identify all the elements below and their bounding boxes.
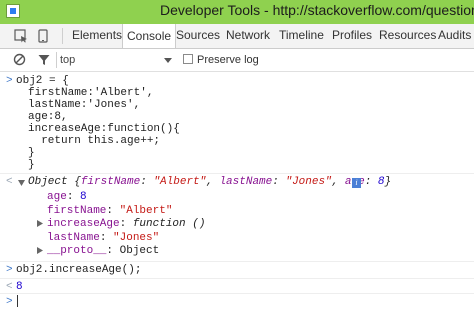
input-prompt-icon: > — [6, 264, 13, 276]
input-prompt-icon: > — [6, 75, 13, 87]
inspect-icon[interactable] — [14, 29, 28, 43]
console-result: 8 — [16, 281, 23, 293]
expand-triangle-icon[interactable] — [18, 180, 25, 186]
tab-audits[interactable]: Audits — [438, 28, 471, 42]
tab-network[interactable]: Network — [226, 28, 270, 42]
console-input-line: lastName:'Jones', — [28, 99, 141, 111]
console-output: > obj2 = { firstName:'Albert', lastName:… — [0, 72, 474, 310]
console-toolbar: top Preserve log — [0, 49, 474, 72]
device-mode-icon[interactable] — [36, 29, 50, 43]
text-caret — [17, 295, 18, 307]
app-icon — [6, 4, 20, 18]
tabbar-separator — [62, 28, 63, 44]
tab-sources[interactable]: Sources — [176, 28, 220, 42]
context-select-value: top — [60, 54, 76, 66]
input-prompt-icon: > — [6, 296, 13, 308]
console-input-line: } — [28, 147, 35, 159]
object-property[interactable]: increaseAge: function () — [47, 218, 205, 230]
toolbar-separator — [56, 52, 57, 68]
console-divider — [0, 173, 474, 174]
window-title: Developer Tools - http://stackoverflow.c… — [160, 2, 474, 18]
result-arrow-icon: < — [6, 281, 13, 293]
preserve-log-label: Preserve log — [197, 54, 259, 66]
clear-console-icon[interactable] — [13, 53, 26, 66]
expand-triangle-icon[interactable] — [37, 247, 43, 254]
chevron-down-icon — [164, 58, 172, 63]
console-input-line: firstName:'Albert', — [28, 87, 154, 99]
object-property: age: 8 — [47, 191, 87, 203]
result-arrow-icon: < — [6, 176, 13, 188]
filter-icon[interactable] — [38, 54, 50, 66]
info-badge-icon[interactable]: i — [352, 178, 361, 188]
object-property: lastName: "Jones" — [47, 232, 160, 244]
console-input-line: increaseAge:function(){ — [28, 123, 180, 135]
console-divider — [0, 261, 474, 262]
tab-console[interactable]: Console — [122, 24, 177, 48]
tab-profiles[interactable]: Profiles — [332, 28, 372, 42]
console-input-line: obj2 = { — [16, 75, 69, 87]
console-input-line: } — [28, 159, 35, 171]
tab-timeline[interactable]: Timeline — [279, 28, 324, 42]
expand-triangle-icon[interactable] — [37, 220, 43, 227]
context-select[interactable]: top — [60, 52, 172, 68]
tab-elements[interactable]: Elements — [72, 28, 122, 42]
object-summary[interactable]: Object {firstName: "Albert", lastName: "… — [28, 176, 391, 188]
preserve-log-checkbox[interactable] — [183, 54, 193, 64]
object-property[interactable]: __proto__: Object — [47, 245, 159, 257]
console-input-line: age:8, — [28, 111, 68, 123]
tab-resources[interactable]: Resources — [379, 28, 436, 42]
console-input-line: obj2.increaseAge(); — [16, 264, 142, 276]
devtools-tabbar: Elements Console Sources Network Timelin… — [0, 24, 474, 49]
object-property: firstName: "Albert" — [47, 205, 173, 217]
console-input-line: return this.age++; — [28, 135, 161, 147]
console-prompt-input[interactable] — [16, 294, 456, 308]
window-titlebar: Developer Tools - http://stackoverflow.c… — [0, 0, 474, 24]
console-divider — [0, 278, 474, 279]
